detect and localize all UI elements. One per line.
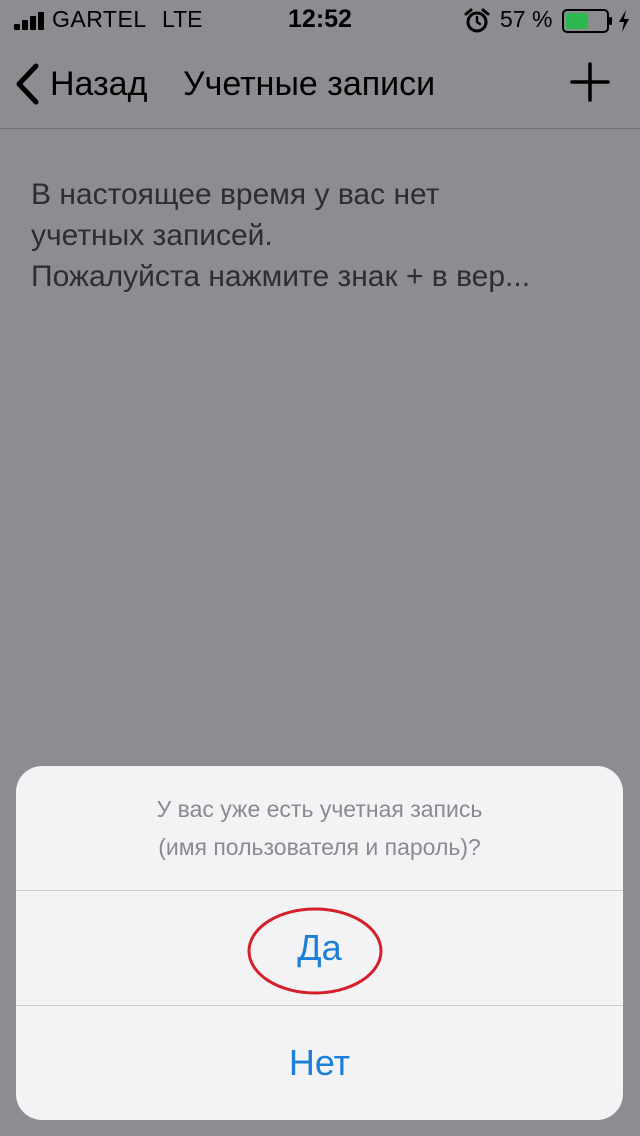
page-title: Учетные записи bbox=[183, 65, 436, 103]
no-button-label: Нет bbox=[288, 1042, 351, 1083]
yes-button-label: Да bbox=[297, 927, 342, 968]
message-line: (имя пользователя и пароль)? bbox=[158, 834, 481, 860]
no-button[interactable]: Нет bbox=[16, 1006, 623, 1120]
chevron-left-icon bbox=[16, 63, 39, 105]
status-bar: GARTEL LTE 12:52 57 % bbox=[0, 0, 640, 40]
empty-state-line: учетных записей. bbox=[31, 219, 273, 252]
back-button[interactable]: Назад bbox=[14, 62, 147, 106]
plus-icon[interactable] bbox=[568, 60, 612, 104]
battery-percent: 57 % bbox=[500, 6, 553, 32]
empty-state-line: Пожалуйста нажмите знак + в вер... bbox=[31, 260, 531, 293]
empty-state-message: В настоящее время у вас нет учетных запи… bbox=[31, 174, 611, 297]
charging-bolt-icon bbox=[619, 10, 629, 32]
action-sheet-message: У вас уже есть учетная запись (имя польз… bbox=[16, 766, 623, 891]
empty-state-line: В настоящее время у вас нет bbox=[31, 178, 440, 211]
message-line: У вас уже есть учетная запись bbox=[156, 796, 483, 822]
action-sheet: У вас уже есть учетная запись (имя польз… bbox=[16, 766, 623, 1120]
yes-button[interactable]: Да bbox=[16, 891, 623, 1006]
back-label: Назад bbox=[50, 65, 148, 103]
battery-icon bbox=[562, 9, 612, 33]
navigation-bar: Назад Учетные записи bbox=[0, 40, 640, 129]
alarm-clock-icon bbox=[464, 8, 490, 33]
